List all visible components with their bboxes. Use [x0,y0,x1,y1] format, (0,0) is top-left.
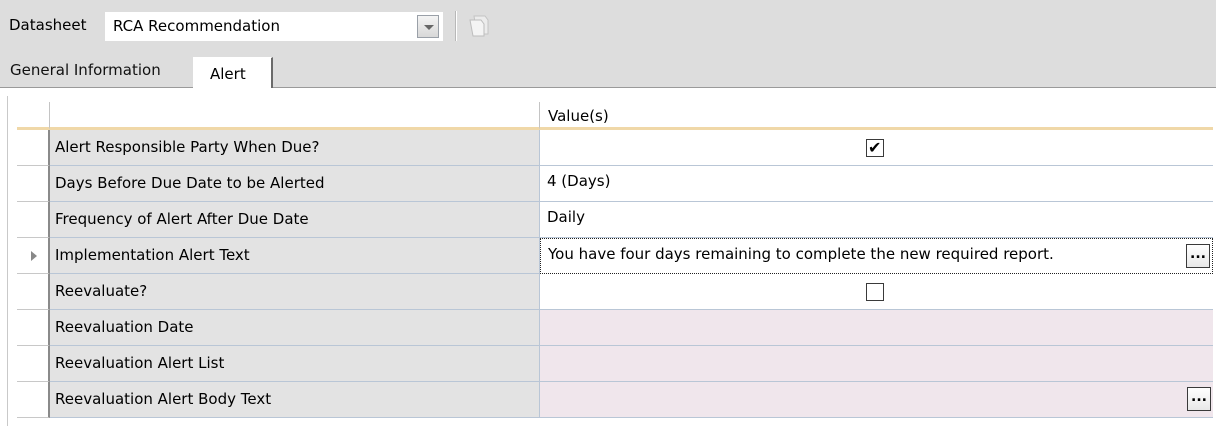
row-value-cell: ✔ [540,130,1213,166]
reevaluation-alert-body-text-field: ... [540,382,1213,418]
grid-row-implementation-alert-text: Implementation Alert Text You have four … [17,238,1213,274]
grid-row-alert-responsible-party: Alert Responsible Party When Due? ✔ [17,130,1213,166]
days-before-due-field[interactable]: 4 (Days) [540,166,1213,202]
row-label-cell: Days Before Due Date to be Alerted [50,166,540,202]
header-value-cell: Value(s) [540,102,1213,130]
row-label: Alert Responsible Party When Due? [55,138,320,156]
check-icon: ✔ [868,138,882,157]
reevaluation-date-field [540,310,1213,346]
row-value: Daily [547,208,585,226]
row-selector[interactable] [17,238,50,274]
header-selector-cell [17,102,50,130]
tab-general-information[interactable]: General Information [6,57,184,88]
row-label: Implementation Alert Text [55,246,250,264]
grid-row-frequency-after-due: Frequency of Alert After Due Date Daily [17,202,1213,238]
row-value: You have four days remaining to complete… [548,245,1054,263]
row-label-cell: Alert Responsible Party When Due? [50,130,540,166]
row-value-cell [540,274,1213,310]
tab-label: General Information [10,61,161,79]
toolbar-separator [455,11,457,41]
datasheet-toolbar: Datasheet RCA Recommendation [0,0,1216,54]
row-label: Reevaluation Alert List [55,354,225,372]
row-selector[interactable] [17,202,50,238]
reevaluation-alert-list-field [540,346,1213,382]
tab-alert[interactable]: Alert [193,57,273,89]
row-label-cell: Reevaluation Alert Body Text [50,382,540,418]
implementation-alert-text-field[interactable]: You have four days remaining to complete… [540,238,1213,274]
grid-row-days-before-due: Days Before Due Date to be Alerted 4 (Da… [17,166,1213,202]
chevron-down-icon [424,25,434,30]
reevaluate-checkbox[interactable] [866,283,884,301]
row-label-cell: Reevaluation Date [50,310,540,346]
row-selector[interactable] [17,130,50,166]
grid-row-reevaluation-alert-list: Reevaluation Alert List [17,346,1213,382]
row-label-cell: Implementation Alert Text [50,238,540,274]
grid-row-reevaluate: Reevaluate? [17,274,1213,310]
row-selector[interactable] [17,166,50,202]
value-column-header: Value(s) [548,107,609,125]
row-label: Days Before Due Date to be Alerted [55,174,325,192]
datasheet-label: Datasheet [9,16,87,34]
implementation-alert-text-ellipsis-button[interactable]: ... [1186,244,1210,268]
frequency-after-due-field[interactable]: Daily [540,202,1213,238]
tab-label: Alert [210,65,246,83]
row-selector[interactable] [17,346,50,382]
reevaluation-alert-body-text-ellipsis-button[interactable]: ... [1187,387,1211,411]
datasheet-dropdown-button[interactable] [417,15,439,38]
alert-responsible-party-checkbox[interactable]: ✔ [866,138,884,157]
row-label: Reevaluate? [55,282,148,300]
grid-row-reevaluation-alert-body-text: Reevaluation Alert Body Text ... [17,382,1213,418]
row-selector[interactable] [17,382,50,418]
row-label: Reevaluation Date [55,318,194,336]
row-selector[interactable] [17,310,50,346]
row-label-cell: Reevaluate? [50,274,540,310]
row-label-cell: Reevaluation Alert List [50,346,540,382]
row-label: Frequency of Alert After Due Date [55,210,309,228]
alert-grid-panel: Value(s) Alert Responsible Party When Du… [0,88,1216,426]
grid-row-reevaluation-date: Reevaluation Date [17,310,1213,346]
header-name-cell [50,102,540,130]
copy-icon[interactable] [468,14,490,38]
row-label: Reevaluation Alert Body Text [55,390,272,408]
row-selector[interactable] [17,274,50,310]
current-row-arrow-icon [31,251,37,261]
datasheet-select-value: RCA Recommendation [113,17,280,35]
row-label-cell: Frequency of Alert After Due Date [50,202,540,238]
tab-strip: General Information Alert [0,54,1216,89]
datasheet-select[interactable]: RCA Recommendation [104,11,444,42]
row-value: 4 (Days) [547,172,611,190]
